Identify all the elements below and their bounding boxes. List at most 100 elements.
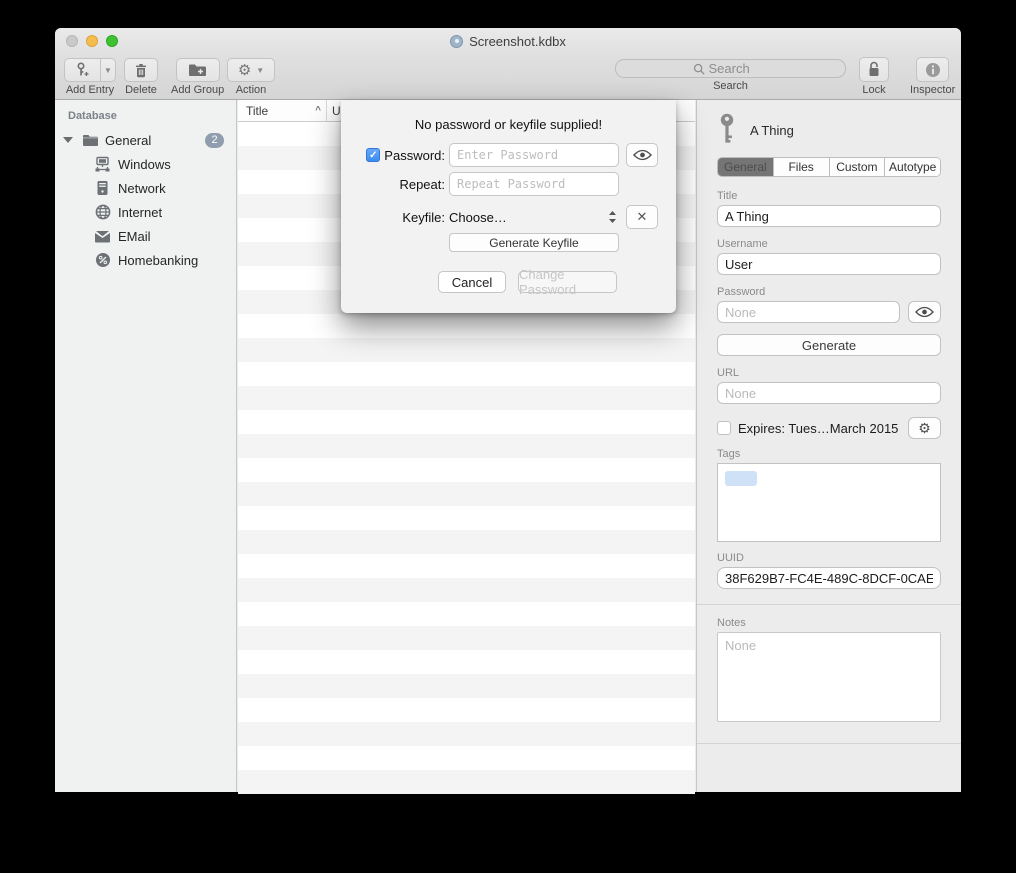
table-row[interactable] xyxy=(238,674,695,698)
password-enable-checkbox[interactable]: ✓ xyxy=(366,148,380,162)
dialog-message: No password or keyfile supplied! xyxy=(341,117,676,132)
close-x-icon: ✕ xyxy=(637,209,648,225)
zoom-button[interactable] xyxy=(106,35,118,47)
password-field[interactable] xyxy=(717,301,900,323)
add-entry-label: Add Entry xyxy=(66,84,114,96)
sidebar-item-email[interactable]: EMail xyxy=(55,224,236,248)
lock-label: Lock xyxy=(862,84,885,96)
keyfile-popup-button[interactable]: Choose… xyxy=(449,205,619,229)
notes-field[interactable] xyxy=(717,632,941,722)
gear-icon: ⚙ xyxy=(918,421,931,435)
table-row[interactable] xyxy=(238,554,695,578)
change-password-sheet: No password or keyfile supplied! ✓ Passw… xyxy=(341,100,676,313)
expires-options-button[interactable]: ⚙ xyxy=(908,417,941,439)
desktop-background: Screenshot.kdbx ▼ xyxy=(0,0,1016,873)
table-row[interactable] xyxy=(238,626,695,650)
cancel-button[interactable]: Cancel xyxy=(438,271,506,293)
search-label: Search xyxy=(713,80,748,92)
close-button[interactable] xyxy=(66,35,78,47)
reveal-password-button[interactable] xyxy=(908,301,941,323)
table-row[interactable] xyxy=(238,314,695,338)
reveal-password-button[interactable] xyxy=(626,143,658,167)
dialog-repeat-label: Repeat: xyxy=(399,177,445,192)
title-bar[interactable]: Screenshot.kdbx xyxy=(55,28,961,54)
generate-password-button[interactable]: Generate xyxy=(717,334,941,356)
search-icon xyxy=(693,63,705,75)
sidebar-item-network[interactable]: Network xyxy=(55,176,236,200)
sidebar-section-header: Database xyxy=(55,100,236,128)
tags-box[interactable] xyxy=(717,463,941,542)
table-row[interactable] xyxy=(238,458,695,482)
minimize-button[interactable] xyxy=(86,35,98,47)
tab-files[interactable]: Files xyxy=(774,158,830,176)
action-button[interactable]: ⚙ ▼ xyxy=(227,58,275,82)
inspector-tabs: General Files Custom Autotype xyxy=(717,157,941,177)
tab-general[interactable]: General xyxy=(718,158,774,176)
table-row[interactable] xyxy=(238,530,695,554)
server-icon xyxy=(94,180,111,197)
search-input[interactable] xyxy=(709,61,769,76)
trash-icon xyxy=(134,63,148,78)
uuid-label: UUID xyxy=(717,552,941,564)
enter-password-input[interactable] xyxy=(449,143,619,167)
column-header-username[interactable]: U xyxy=(327,100,341,121)
table-row[interactable] xyxy=(238,578,695,602)
table-row[interactable] xyxy=(238,482,695,506)
keyfile-selected-value: Choose… xyxy=(449,210,507,225)
folder-plus-icon xyxy=(188,63,207,77)
disclosure-triangle-icon[interactable] xyxy=(63,137,73,143)
table-row[interactable] xyxy=(238,698,695,722)
key-plus-icon xyxy=(75,62,90,78)
column-username-label: U xyxy=(332,104,341,118)
title-field[interactable] xyxy=(717,205,941,227)
table-row[interactable] xyxy=(238,506,695,530)
url-field[interactable] xyxy=(717,382,941,404)
sidebar-item-homebanking[interactable]: Homebanking xyxy=(55,248,236,272)
tab-custom[interactable]: Custom xyxy=(830,158,886,176)
table-row[interactable] xyxy=(238,338,695,362)
table-row[interactable] xyxy=(238,386,695,410)
delete-button[interactable] xyxy=(124,58,158,82)
open-padlock-icon xyxy=(867,61,881,78)
clear-keyfile-button[interactable]: ✕ xyxy=(626,205,658,229)
tab-autotype[interactable]: Autotype xyxy=(885,158,940,176)
globe-icon xyxy=(94,204,111,221)
sidebar-item-windows[interactable]: Windows xyxy=(55,152,236,176)
inspector-button[interactable] xyxy=(916,57,949,82)
username-field[interactable] xyxy=(717,253,941,275)
section-divider xyxy=(697,743,961,744)
repeat-password-input[interactable] xyxy=(449,172,619,196)
table-row[interactable] xyxy=(238,746,695,770)
entry-title: A Thing xyxy=(750,123,794,138)
windows-network-icon xyxy=(94,156,111,173)
expires-checkbox[interactable] xyxy=(717,421,731,435)
lock-button[interactable] xyxy=(859,57,889,82)
window-title-wrap: Screenshot.kdbx xyxy=(450,34,566,49)
table-row[interactable] xyxy=(238,362,695,386)
add-entry-button[interactable] xyxy=(64,58,100,82)
table-row[interactable] xyxy=(238,410,695,434)
table-row[interactable] xyxy=(238,770,695,794)
table-row[interactable] xyxy=(238,722,695,746)
search-input-field[interactable] xyxy=(615,59,846,78)
username-field-label: Username xyxy=(717,238,941,250)
tags-label: Tags xyxy=(717,448,941,460)
sidebar-item-label: Windows xyxy=(118,157,171,172)
sidebar-item-general[interactable]: General 2 xyxy=(55,128,236,152)
table-row[interactable] xyxy=(238,602,695,626)
key-icon xyxy=(717,113,737,147)
add-entry-dropdown-button[interactable]: ▼ xyxy=(100,58,116,82)
tag-pill[interactable] xyxy=(725,471,757,486)
percent-circle-icon xyxy=(94,252,111,269)
change-password-button[interactable]: Change Password xyxy=(518,271,617,293)
envelope-icon xyxy=(94,228,111,245)
uuid-field[interactable] xyxy=(717,567,941,589)
table-row[interactable] xyxy=(238,434,695,458)
sidebar-item-internet[interactable]: Internet xyxy=(55,200,236,224)
add-group-button[interactable] xyxy=(176,58,220,82)
generate-keyfile-button[interactable]: Generate Keyfile xyxy=(449,233,619,252)
table-row[interactable] xyxy=(238,650,695,674)
expires-label: Expires: Tues…March 2015 xyxy=(738,421,908,436)
column-header-title[interactable]: Title ^ xyxy=(238,100,327,121)
folder-icon xyxy=(82,132,99,149)
